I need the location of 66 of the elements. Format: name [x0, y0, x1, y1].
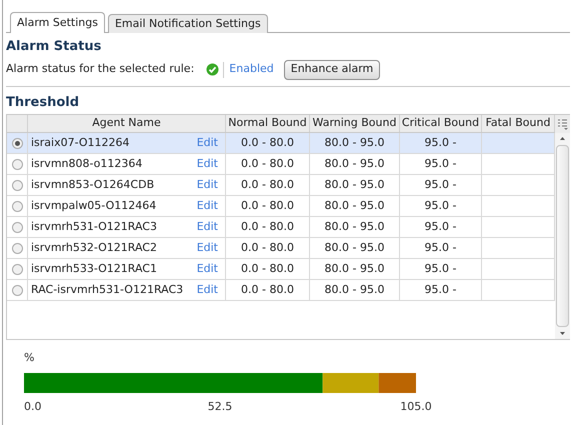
scrollbar[interactable] — [555, 133, 570, 339]
table-cell-text: 95.0 - — [424, 156, 456, 172]
table-cell-text: 95.0 - — [424, 260, 456, 277]
table-cell-text: 80.0 - 95.0 — [324, 240, 384, 256]
table-cell-text: 80.0 - 95.0 — [324, 176, 384, 193]
edit-link[interactable]: Edit — [196, 198, 218, 214]
table-cell-text: isrvmpalw05-O112464 — [31, 198, 156, 214]
table-cell-text: isrvmn853-O1264CDB — [31, 176, 154, 193]
table-cell-text: isrvmrh531-O121RAC3 — [31, 218, 157, 235]
row-radio[interactable] — [12, 158, 22, 170]
section-heading: Threshold — [6, 94, 80, 112]
table-cell-text: 95.0 - — [424, 176, 456, 193]
chart-title: % — [24, 350, 34, 366]
edit-link[interactable]: Edit — [196, 240, 218, 256]
table-cell-text: 95.0 - — [424, 198, 456, 214]
table-cell-text: 0.0 - 80.0 — [241, 134, 294, 151]
table-cell-text: 0.0 - 80.0 — [241, 198, 294, 214]
table-cell-text: 95.0 - — [424, 134, 456, 151]
row-radio[interactable] — [12, 180, 22, 190]
table-cell-text: 0.0 - 80.0 — [241, 282, 294, 298]
table-cell-text: 0.0 - 80.0 — [241, 156, 294, 172]
section-heading: Alarm Status — [6, 38, 102, 56]
column-header[interactable]: Fatal Bound — [486, 115, 550, 132]
table-cell-text: 80.0 - 95.0 — [324, 260, 384, 277]
table-cell-text: israix07-O112264 — [31, 134, 130, 151]
table-cell-text: RAC-isrvmrh531-O121RAC3 — [31, 282, 184, 298]
status-label: Alarm status for the selected rule: — [6, 61, 194, 78]
column-header[interactable]: Agent Name — [92, 115, 161, 132]
axis-tick-label: 105.0 — [400, 398, 432, 414]
table-cell-text: 95.0 - — [424, 282, 456, 298]
table-cell-text: isrvmrh532-O121RAC2 — [31, 240, 157, 256]
table-cell-text: 0.0 - 80.0 — [241, 176, 294, 193]
axis-tick-label: 52.5 — [208, 398, 232, 414]
table-cell-text: 80.0 - 95.0 — [324, 218, 384, 235]
table-cell-text: 80.0 - 95.0 — [324, 156, 384, 172]
table-cell-text: 80.0 - 95.0 — [324, 282, 384, 298]
row-radio[interactable] — [12, 284, 22, 296]
edit-link[interactable]: Edit — [196, 134, 218, 152]
column-header[interactable]: Normal Bound — [228, 115, 307, 132]
table-cell-text: 95.0 - — [424, 218, 456, 235]
edit-link[interactable]: Edit — [196, 176, 218, 194]
edit-link[interactable]: Edit — [196, 156, 218, 172]
table-cell-text: 80.0 - 95.0 — [324, 198, 384, 214]
table-cell-text: 0.0 - 80.0 — [241, 240, 294, 256]
row-radio[interactable] — [12, 264, 22, 274]
row-radio[interactable] — [12, 138, 22, 148]
tab[interactable]: Alarm Settings — [10, 12, 105, 33]
edit-link[interactable]: Edit — [196, 282, 218, 298]
column-header[interactable]: Critical Bound — [402, 115, 480, 132]
column-header[interactable]: Warning Bound — [312, 115, 396, 132]
row-radio[interactable] — [12, 242, 22, 254]
row-radio[interactable] — [12, 200, 22, 212]
row-radio[interactable] — [12, 222, 22, 232]
table-cell-text: isrvmn808-o112364 — [31, 156, 142, 172]
axis-tick-label: 0.0 — [24, 398, 42, 414]
tab[interactable]: Email Notification Settings — [108, 14, 268, 33]
column-menu-icon[interactable] — [555, 115, 570, 133]
enabled-link[interactable]: Enabled — [229, 61, 274, 78]
table-cell-text: 0.0 - 80.0 — [241, 260, 294, 277]
table-cell-text: 80.0 - 95.0 — [324, 134, 384, 151]
edit-link[interactable]: Edit — [196, 260, 218, 278]
table-cell-text: 0.0 - 80.0 — [241, 218, 294, 235]
edit-link[interactable]: Edit — [196, 218, 218, 236]
table-cell-text: 95.0 - — [424, 240, 456, 256]
table-cell-text: isrvmrh533-O121RAC1 — [31, 260, 157, 277]
enhance-alarm-button[interactable]: Enhance alarm — [284, 60, 380, 80]
